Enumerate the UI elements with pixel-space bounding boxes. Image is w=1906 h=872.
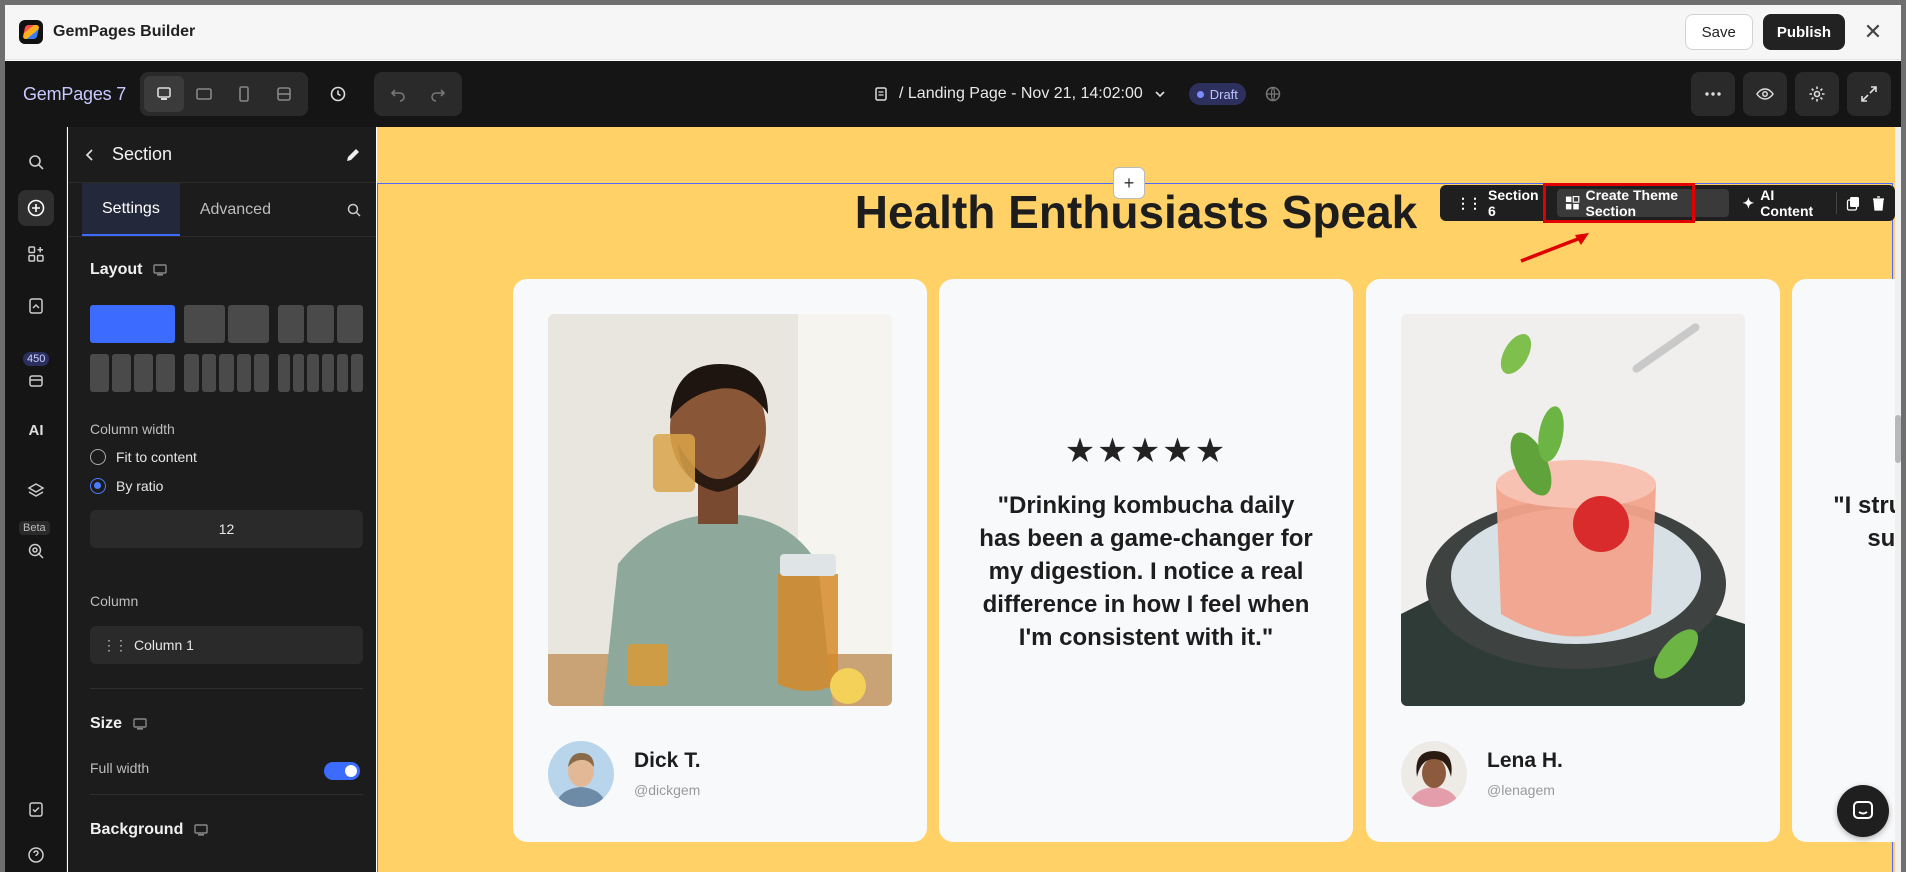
- fit-to-content-radio[interactable]: Fit to content: [90, 449, 197, 465]
- full-width-toggle[interactable]: [324, 762, 360, 780]
- avatar: [548, 741, 614, 807]
- column-item[interactable]: ⋮⋮ Column 1: [90, 626, 363, 664]
- layout-options: [90, 305, 364, 403]
- layout-4-col[interactable]: [90, 354, 175, 392]
- annotation-highlight-box: [1543, 183, 1695, 223]
- star-rating: ★★★★★: [1064, 432, 1228, 470]
- undo-redo-group: [374, 72, 463, 116]
- device-switcher: [140, 72, 309, 116]
- globe-icon[interactable]: [1264, 85, 1282, 103]
- help-icon[interactable]: [18, 837, 54, 872]
- layout-2-col[interactable]: [184, 305, 269, 343]
- full-width-label: Full width: [90, 760, 150, 776]
- title-bar: GemPages Builder Save Publish ✕: [5, 5, 1901, 60]
- ai-content-button[interactable]: ✦ AI Content: [1735, 187, 1833, 219]
- apps-icon[interactable]: [18, 236, 54, 272]
- editor-canvas[interactable]: + Health Enthusiasts Speak ⋮⋮ Section 6 …: [377, 127, 1895, 872]
- brand-logo: GemPages 7: [23, 83, 127, 104]
- close-icon[interactable]: ✕: [1859, 18, 1887, 46]
- author-name: Dick T.: [634, 749, 701, 772]
- testimonial-card[interactable]: Lena H. @lenagem: [1366, 279, 1780, 842]
- chevron-down-icon: [1155, 91, 1165, 98]
- drag-handle-icon[interactable]: ⋮⋮: [102, 637, 128, 654]
- testimonial-card[interactable]: Dick T. @dickgem: [513, 279, 927, 842]
- panel-tabs: Settings Advanced: [68, 183, 376, 237]
- app-window: GemPages Builder Save Publish ✕ GemPages…: [5, 5, 1901, 872]
- layout-5-col[interactable]: [184, 354, 269, 392]
- testimonial-photo: [548, 314, 892, 706]
- divider: [90, 794, 363, 795]
- author-name: Lena H.: [1487, 749, 1563, 772]
- author-handle: @lenagem: [1487, 782, 1555, 798]
- save-button[interactable]: Save: [1684, 14, 1753, 50]
- tab-settings[interactable]: Settings: [82, 183, 180, 236]
- heatmap-icon[interactable]: [18, 533, 54, 569]
- desktop-icon[interactable]: [144, 76, 185, 112]
- testimonial-photo: [1401, 314, 1745, 706]
- canvas-scrollbar[interactable]: [1895, 127, 1901, 872]
- divider: [90, 688, 363, 689]
- layers-icon[interactable]: [18, 473, 54, 509]
- publish-button[interactable]: Publish: [1762, 14, 1845, 50]
- left-rail: 450 AI Beta: [5, 127, 67, 872]
- layout-6-col[interactable]: [278, 354, 364, 392]
- fullscreen-icon[interactable]: [1847, 72, 1891, 116]
- author-handle: @dickgem: [634, 782, 701, 798]
- testimonial-card[interactable]: ★★★★★ "Drinking kombucha daily has been …: [939, 279, 1353, 842]
- desktop-icon: [194, 824, 209, 836]
- page-icon: [875, 87, 887, 101]
- panel-header: Section: [68, 127, 376, 183]
- size-title: Size: [90, 715, 148, 733]
- desktop-icon: [153, 264, 168, 276]
- panel-title: Section: [112, 144, 173, 164]
- library-icon[interactable]: [18, 362, 54, 398]
- testimonial-quote: "Drinking kombucha daily has been a game…: [979, 492, 1313, 651]
- by-ratio-radio[interactable]: By ratio: [90, 478, 163, 494]
- ai-icon[interactable]: AI: [18, 412, 54, 448]
- editor-toolbar: GemPages 7 / Landing Page - Nov 21, 14:0…: [5, 61, 1901, 127]
- page-selector[interactable]: / Landing Page - Nov 21, 14:02:00 Draft: [873, 61, 1282, 127]
- right-tools: [1683, 72, 1891, 116]
- tablet-landscape-icon[interactable]: [184, 76, 224, 112]
- history-icon[interactable]: [318, 76, 358, 112]
- layout-3-col[interactable]: [278, 305, 363, 343]
- sparkle-icon: ✦: [1742, 194, 1755, 211]
- tab-advanced[interactable]: Advanced: [180, 183, 291, 236]
- delete-icon[interactable]: [1866, 189, 1891, 217]
- background-title: Background: [90, 821, 209, 839]
- gempages-logo-icon: [19, 20, 43, 44]
- search-icon[interactable]: [18, 144, 54, 180]
- column-label: Column: [90, 593, 139, 609]
- annotation-arrow: [1520, 233, 1589, 263]
- fit-icon[interactable]: [264, 76, 304, 112]
- layout-title: Layout: [90, 261, 168, 279]
- checklist-icon[interactable]: [18, 791, 54, 827]
- ratio-input[interactable]: 12: [90, 510, 363, 548]
- page-name: / Landing Page - Nov 21, 14:02:00: [899, 85, 1143, 102]
- more-icon[interactable]: [1691, 72, 1735, 116]
- app-title: GemPages Builder: [53, 23, 196, 40]
- gear-icon[interactable]: [1795, 72, 1839, 116]
- mobile-icon[interactable]: [224, 76, 264, 112]
- testimonial-card[interactable]: "I strug lo sust th: [1792, 279, 1895, 842]
- search-icon[interactable]: [346, 183, 362, 236]
- duplicate-icon[interactable]: [1841, 189, 1866, 217]
- preview-eye-icon[interactable]: [1743, 72, 1787, 116]
- add-element-icon[interactable]: [18, 190, 54, 226]
- column-width-label: Column width: [90, 421, 175, 437]
- edit-pencil-icon[interactable]: [344, 146, 362, 164]
- pages-icon[interactable]: [18, 288, 54, 324]
- avatar: [1401, 741, 1467, 807]
- undo-icon[interactable]: [378, 76, 418, 112]
- drag-handle-icon[interactable]: ⋮⋮: [1456, 195, 1482, 212]
- settings-panel: Section Settings Advanced Layout Column …: [68, 127, 376, 872]
- chat-support-icon[interactable]: [1837, 785, 1889, 837]
- desktop-icon: [133, 718, 147, 730]
- testimonial-quote: "I strug lo sust th: [1833, 492, 1895, 552]
- section-label[interactable]: ⋮⋮ Section 6: [1448, 187, 1551, 219]
- layout-1-col[interactable]: [90, 305, 175, 343]
- redo-icon[interactable]: [418, 76, 458, 112]
- status-badge: Draft: [1188, 83, 1246, 105]
- back-chevron-icon[interactable]: [82, 147, 98, 163]
